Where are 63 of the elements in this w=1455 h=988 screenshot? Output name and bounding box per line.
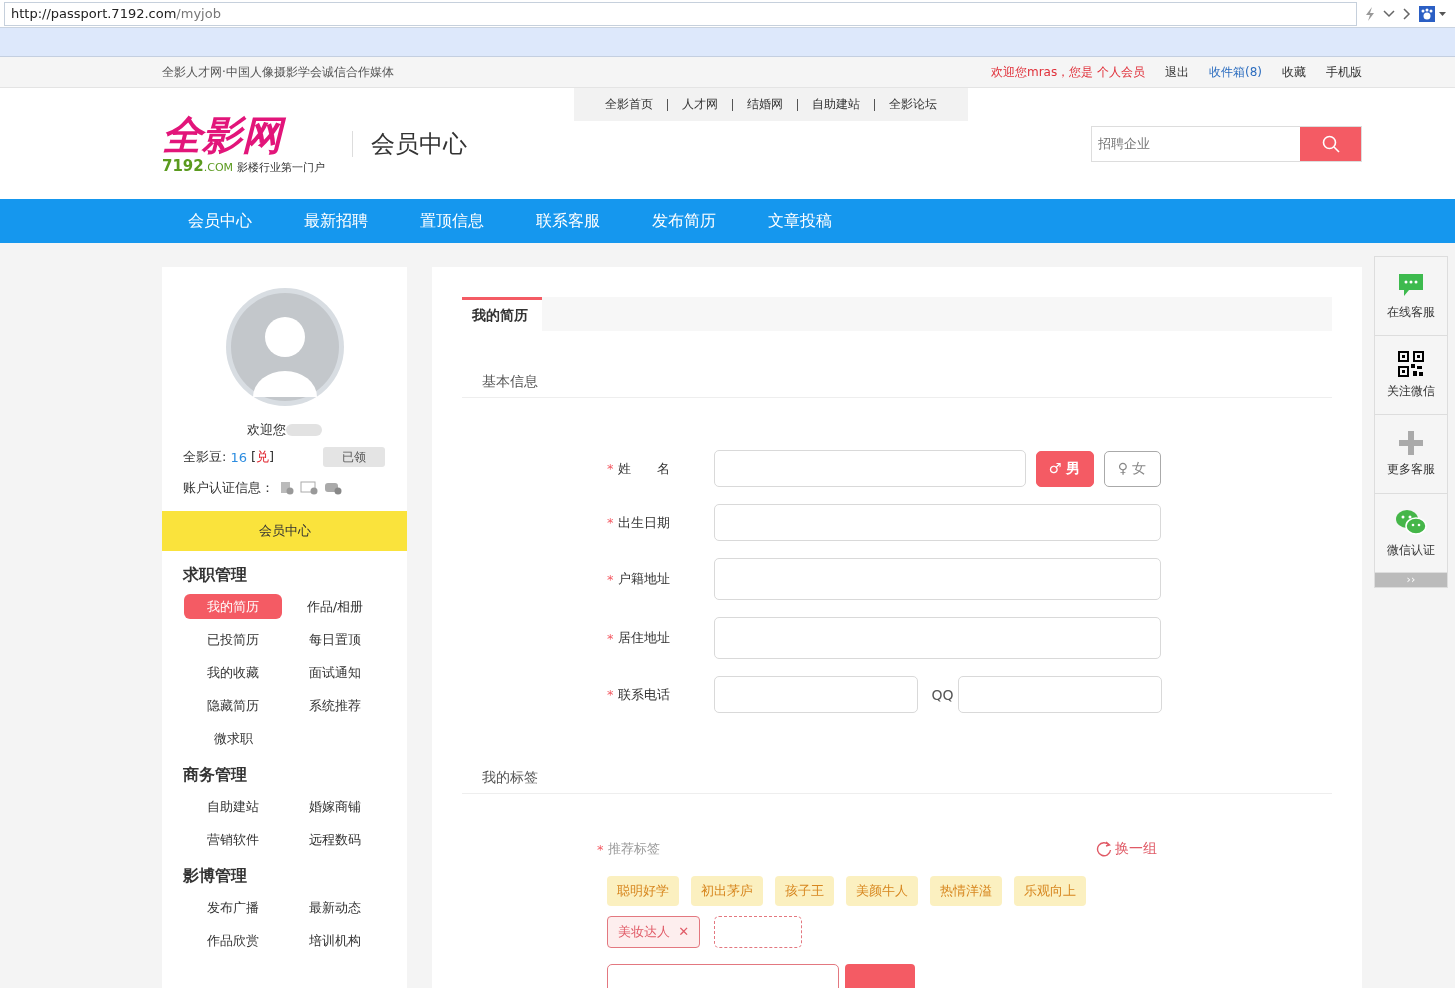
beans-label: 全影豆:	[183, 448, 227, 466]
member-center-button[interactable]: 会员中心	[162, 511, 407, 551]
field-label: 联系电话	[617, 685, 671, 704]
section-title: 影博管理	[183, 866, 248, 887]
site-logo[interactable]: 全影网 7192.COM 影楼行业第一门户	[162, 112, 332, 175]
exchange-link[interactable]: [兑]	[250, 448, 275, 466]
site-link[interactable]: 自助建站	[812, 96, 860, 113]
section-title: 商务管理	[183, 765, 248, 786]
required-mark: *	[607, 571, 614, 587]
gender-button[interactable]: ♀ 女	[1103, 450, 1161, 487]
menu-item[interactable]: 隐藏简历	[184, 693, 282, 718]
address-bar[interactable]: http://passport.7192.com/myjob	[4, 1, 1357, 26]
service-item[interactable]: 更多客服	[1375, 415, 1447, 494]
menu-item[interactable]: 培训机构	[285, 928, 385, 953]
welcome-text: 欢迎您	[247, 421, 286, 439]
section-heading: 我的标签	[482, 769, 538, 787]
service-item[interactable]: 在线客服	[1375, 257, 1447, 336]
section-title: 求职管理	[183, 565, 248, 586]
site-link[interactable]: 全影首页	[605, 96, 653, 113]
menu-item[interactable]: 面试通知	[285, 660, 385, 685]
site-link[interactable]: 结婚网	[747, 96, 783, 113]
welcome-text: 欢迎您mras，您是 个人会员	[990, 63, 1145, 81]
menu-item[interactable]: 远程数码	[285, 827, 385, 852]
refresh-link[interactable]: 换一组	[1096, 840, 1157, 858]
menu-item[interactable]: 已投简历	[184, 627, 282, 652]
section-heading: 基本信息	[482, 373, 538, 391]
slogan-text: 全影人才网·中国人像摄影学会诚信合作媒体	[162, 63, 394, 81]
beans-count: 16	[230, 449, 247, 465]
top-link[interactable]: 收件箱(8)	[1209, 63, 1262, 81]
required-mark: *	[607, 630, 614, 646]
required-mark: *	[607, 461, 614, 476]
menu-item[interactable]: 发布广播	[184, 895, 282, 920]
field-label: 户籍地址	[617, 570, 671, 588]
field-label: 出生日期	[617, 513, 671, 532]
claimed-button[interactable]: 已领	[323, 447, 385, 467]
required-mark: *	[607, 515, 614, 530]
menu-item[interactable]: 微求职	[184, 726, 282, 751]
page-title: 会员中心	[352, 130, 467, 157]
menu-item[interactable]: 系统推荐	[285, 693, 385, 718]
menu-item[interactable]: 每日置顶	[285, 627, 385, 652]
menu-item[interactable]: 婚嫁商铺	[285, 794, 385, 819]
top-link[interactable]: 退出	[1165, 63, 1189, 81]
menu-item[interactable]: 作品/相册	[285, 594, 385, 619]
required-mark: *	[607, 687, 614, 702]
menu-item[interactable]: 最新动态	[285, 895, 385, 920]
cert-label: 账户认证信息：	[183, 479, 274, 497]
required-mark: *	[597, 841, 604, 857]
search-field[interactable]: 招聘企业	[1091, 125, 1362, 162]
field-label: QQ	[931, 686, 954, 703]
site-link[interactable]: 全影论坛	[889, 96, 937, 113]
tab[interactable]: 我的简历	[462, 297, 542, 331]
field-label: 姓 名	[617, 459, 671, 478]
menu-item[interactable]: 作品欣赏	[184, 928, 282, 953]
field-label: 推荐标签	[607, 840, 660, 858]
top-link[interactable]: 收藏	[1282, 63, 1306, 81]
url-text: http://passport.7192.com/myjob	[11, 6, 221, 21]
top-link[interactable]: 手机版	[1326, 63, 1362, 81]
service-item[interactable]: 关注微信	[1375, 336, 1447, 415]
menu-item[interactable]: 我的收藏	[184, 660, 282, 685]
menu-item[interactable]: 营销软件	[184, 827, 282, 852]
site-link[interactable]: 人才网	[682, 96, 718, 113]
menu-item[interactable]: 自助建站	[184, 794, 282, 819]
field-label: 居住地址	[617, 629, 671, 647]
